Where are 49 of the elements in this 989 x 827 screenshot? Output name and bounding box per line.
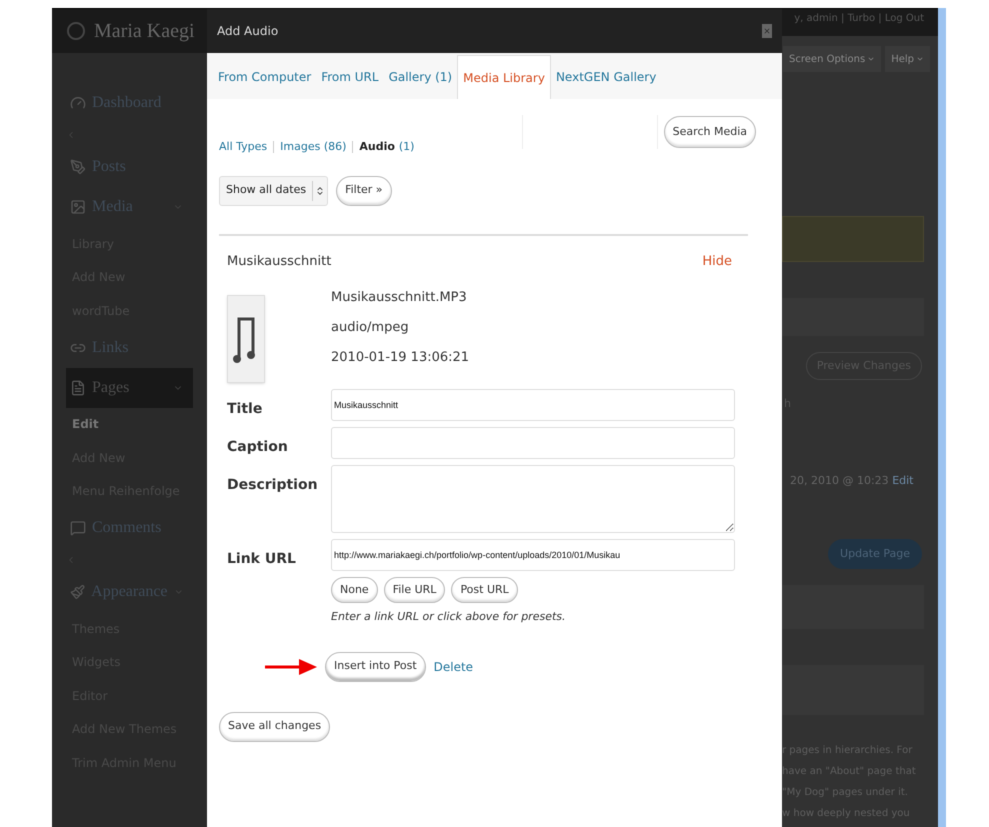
link-preset-button[interactable]: File URL xyxy=(384,577,446,603)
dialog-tab[interactable]: Media Library xyxy=(457,55,551,99)
field-label: Link URL xyxy=(227,550,297,569)
close-icon xyxy=(763,27,771,35)
menu-icon xyxy=(70,199,86,215)
site-title: Maria Kaegi xyxy=(94,19,195,44)
type-filter-link[interactable]: Audio (1) xyxy=(359,139,414,156)
file-info-line: audio/mpeg xyxy=(331,319,410,337)
field-label: Title xyxy=(227,400,264,419)
field-label: Caption xyxy=(227,438,289,457)
site-logo-icon xyxy=(66,21,86,41)
dialog-tab[interactable]: Gallery (1) xyxy=(384,55,458,99)
menu-icon xyxy=(70,380,86,396)
link-preset-button[interactable]: None xyxy=(331,577,378,603)
search-media-button[interactable]: Search Media xyxy=(664,116,756,148)
save-all-changes-button[interactable]: Save all changes xyxy=(219,712,330,742)
type-filter-link[interactable]: All Types xyxy=(219,139,268,156)
screen-options-tab[interactable]: Screen Options xyxy=(783,46,882,72)
menu-icon xyxy=(70,159,86,175)
edit-link[interactable]: Edit xyxy=(892,474,914,486)
insert-into-post-button[interactable]: Insert into Post xyxy=(325,652,426,682)
close-button[interactable] xyxy=(762,24,772,38)
dialog-tab[interactable]: NextGEN Gallery xyxy=(550,55,662,99)
dialog-tab[interactable]: From Computer xyxy=(213,55,316,99)
file-info-line: Musikausschnitt.MP3 xyxy=(331,289,468,307)
delete-link[interactable]: Delete xyxy=(434,658,474,676)
menu-icon xyxy=(70,584,86,600)
text-field[interactable] xyxy=(331,427,735,459)
menu-icon xyxy=(70,95,86,111)
media-item-title: Musikausschnitt xyxy=(227,252,332,270)
help-tab[interactable]: Help xyxy=(885,46,930,72)
submenu-item[interactable]: Edit xyxy=(66,408,193,441)
filter-button[interactable]: Filter » xyxy=(336,176,392,206)
date-select[interactable]: Show all dates xyxy=(219,176,328,206)
dialog-tab[interactable]: From URL xyxy=(316,55,384,99)
hide-link[interactable]: Hide xyxy=(702,252,732,271)
user-links: y, admin | Turbo | Log Out xyxy=(794,12,924,26)
link-help-text: Enter a link URL or click above for presets. xyxy=(331,609,567,625)
text-field[interactable]: Musikausschnitt xyxy=(331,389,735,421)
pointer-arrow xyxy=(265,656,317,676)
text-field[interactable]: http://www.mariakaegi.ch/portfolio/wp-content/uploads/2010/01/Musikau xyxy=(331,539,735,571)
description-field[interactable] xyxy=(331,465,735,533)
dialog-title: Add Audio xyxy=(217,23,278,40)
field-label: Description xyxy=(227,476,319,495)
select-arrows-icon xyxy=(315,186,326,196)
link-preset-button[interactable]: Post URL xyxy=(451,577,518,603)
type-filter-link[interactable]: Images (86) xyxy=(280,139,346,156)
menu-icon xyxy=(70,520,86,536)
file-info-line: 2010-01-19 13:06:21 xyxy=(331,349,470,367)
